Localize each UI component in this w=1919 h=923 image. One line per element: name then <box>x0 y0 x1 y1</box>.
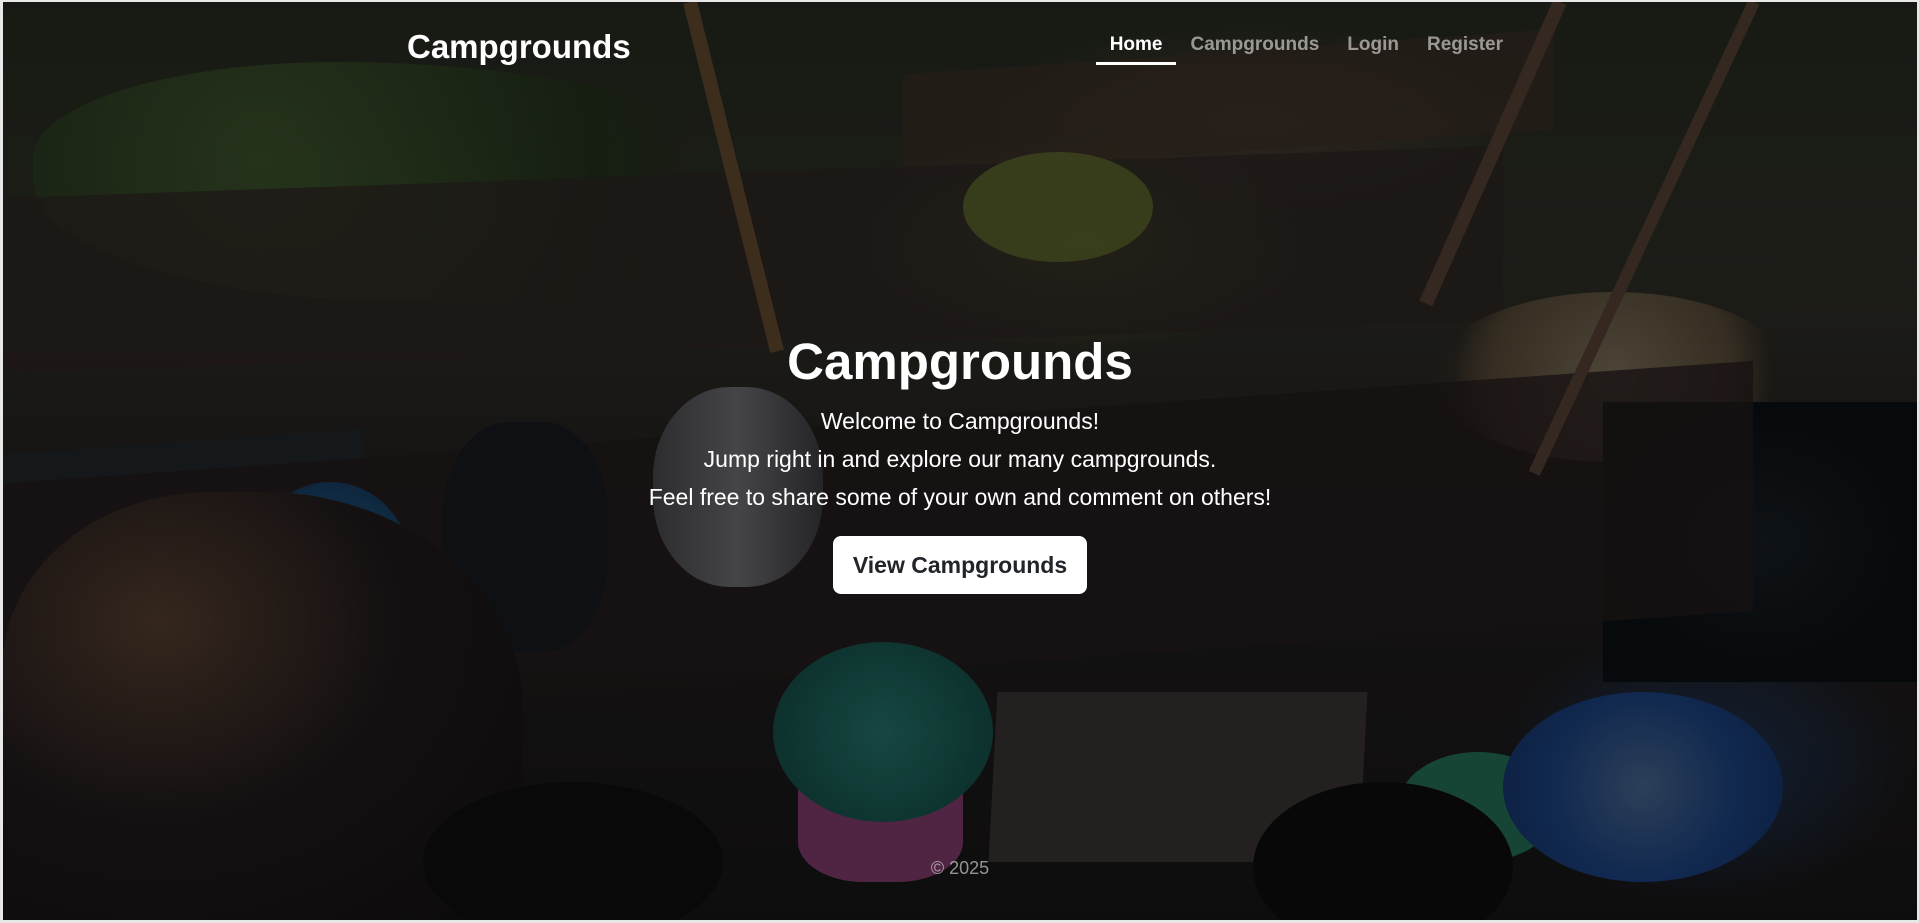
hero-section: Campgrounds Welcome to Campgrounds! Jump… <box>3 330 1917 594</box>
nav-link-home[interactable]: Home <box>1095 34 1177 65</box>
copyright-text: © 2025 <box>930 858 990 878</box>
page-content: Campgrounds Home Campgrounds Login Regis… <box>3 2 1917 920</box>
nav-links: Home Campgrounds Login Register <box>1095 34 1517 65</box>
brand-title: Campgrounds <box>407 28 631 65</box>
hero-text: Welcome to Campgrounds! Jump right in an… <box>3 402 1917 516</box>
hero-title: Campgrounds <box>787 333 1133 390</box>
footer: © 2025 <box>3 858 1917 879</box>
nav-link-login[interactable]: Login <box>1333 34 1413 65</box>
hero-line-share: Feel free to share some of your own and … <box>648 484 1272 510</box>
hero-line-explore: Jump right in and explore our many campg… <box>703 446 1217 472</box>
nav-link-register[interactable]: Register <box>1413 34 1517 65</box>
hero-line-welcome: Welcome to Campgrounds! <box>820 408 1100 434</box>
app-window: Campgrounds Home Campgrounds Login Regis… <box>0 0 1919 923</box>
navbar: Campgrounds Home Campgrounds Login Regis… <box>407 2 1517 92</box>
view-campgrounds-button[interactable]: View Campgrounds <box>832 536 1088 594</box>
nav-link-campgrounds[interactable]: Campgrounds <box>1176 34 1333 65</box>
